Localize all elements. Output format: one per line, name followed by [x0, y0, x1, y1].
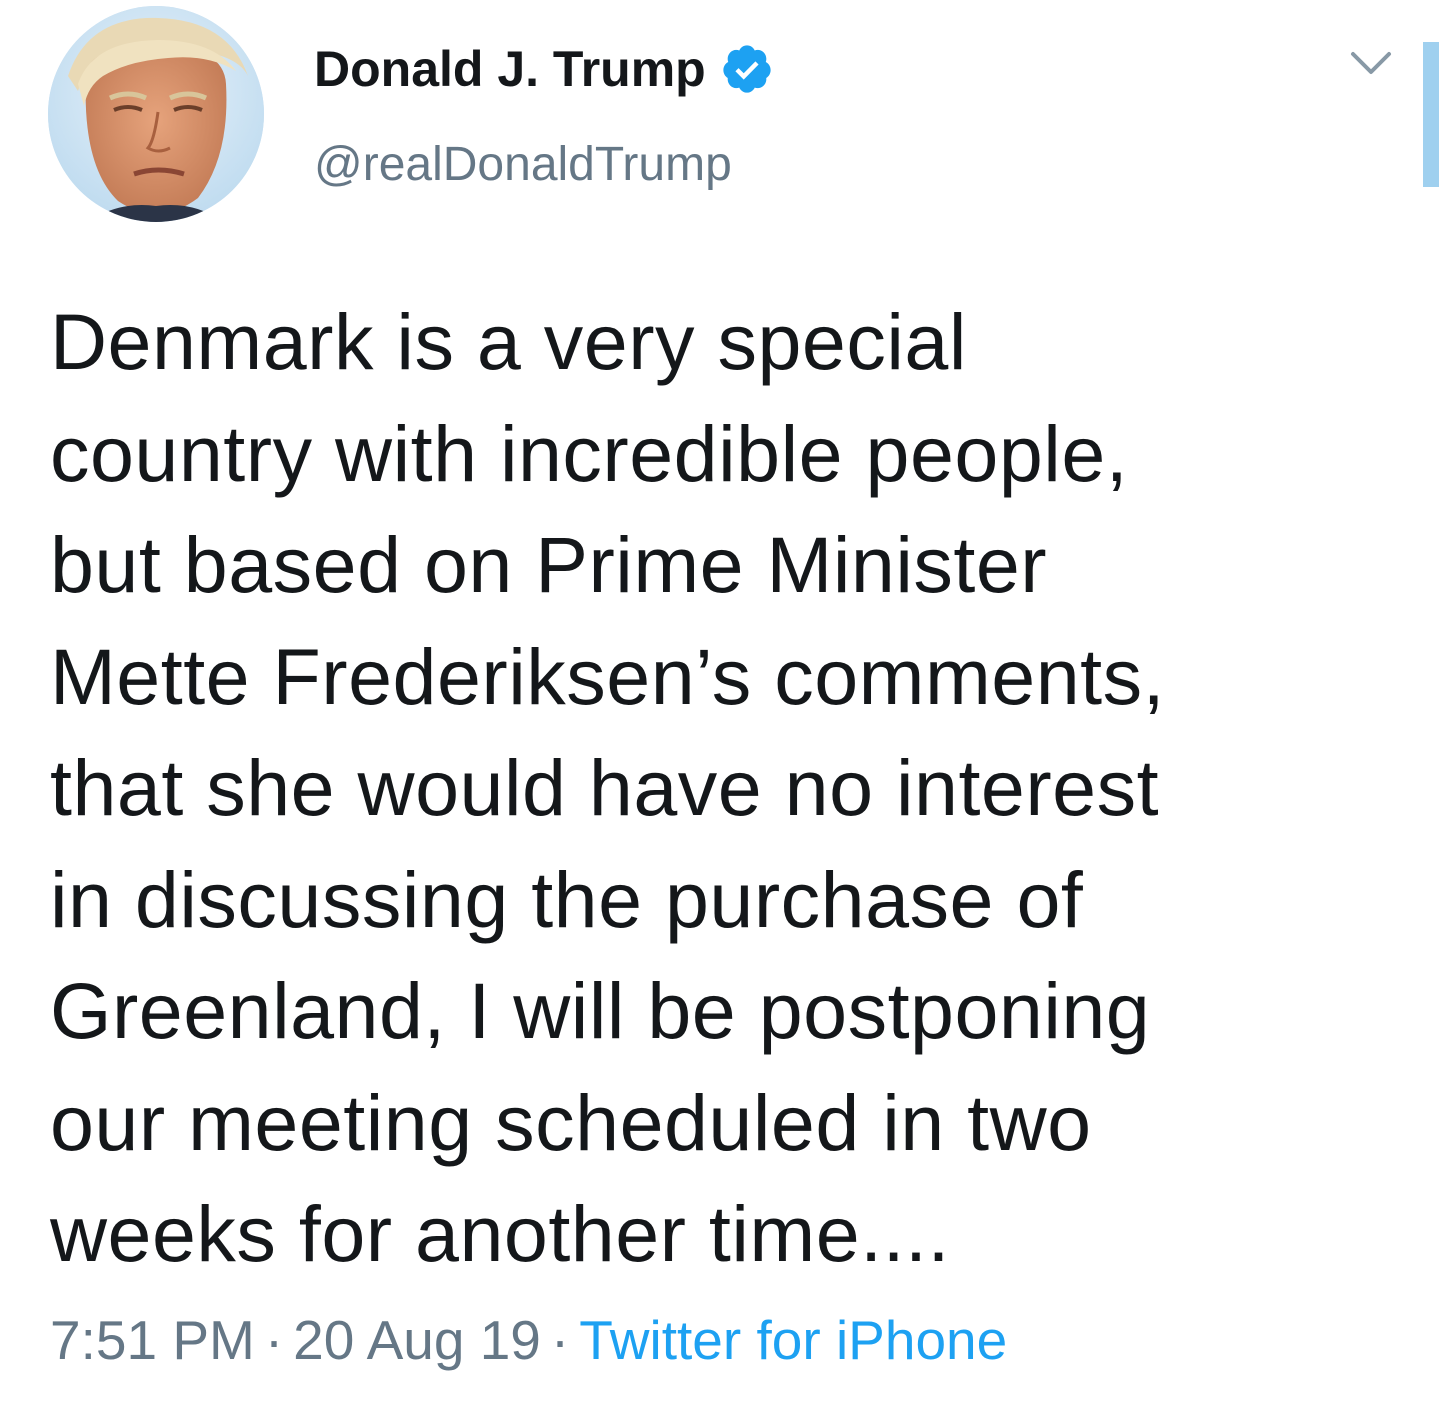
tweet-meta: 7:51 PM · 20 Aug 19 · Twitter for iPhone — [50, 1308, 1007, 1372]
tweet-text-line: in discussing the purchase of — [50, 854, 1084, 944]
tweet-date[interactable]: 20 Aug 19 — [293, 1309, 541, 1371]
tweet-source-link[interactable]: Twitter for iPhone — [579, 1309, 1007, 1371]
tweet-text-line: our meeting scheduled in two — [50, 1077, 1092, 1167]
tweet-text-line: Greenland, I will be postponing — [50, 966, 1151, 1055]
author-display-name[interactable]: Donald J. Trump — [314, 40, 706, 98]
verified-badge-icon — [720, 42, 774, 96]
meta-separator: · — [550, 1309, 570, 1371]
chevron-down-icon[interactable] — [1349, 48, 1393, 78]
scrollbar-thumb[interactable] — [1423, 42, 1439, 187]
author-name-row: Donald J. Trump — [314, 36, 774, 102]
tweet-body: Denmark is a very special country with i… — [50, 286, 1390, 1290]
tweet-text-line: Denmark is a very special — [50, 297, 967, 386]
avatar-image — [48, 6, 264, 222]
meta-separator: · — [264, 1309, 284, 1371]
tweet-text-line: but based on Prime Minister — [50, 520, 1048, 609]
tweet-text-line: Mette Frederiksen’s comments, — [50, 631, 1166, 721]
tweet-text-line: that she would have no interest — [50, 743, 1160, 832]
tweet-time[interactable]: 7:51 PM — [50, 1309, 255, 1371]
profile-avatar[interactable] — [48, 6, 264, 222]
tweet-card: Donald J. Trump @realDonaldTrump Denmark… — [0, 0, 1439, 1425]
tweet-text-line: country with incredible people, — [50, 408, 1129, 498]
author-handle[interactable]: @realDonaldTrump — [314, 137, 732, 192]
tweet-text-line: weeks for another time.... — [50, 1189, 950, 1278]
